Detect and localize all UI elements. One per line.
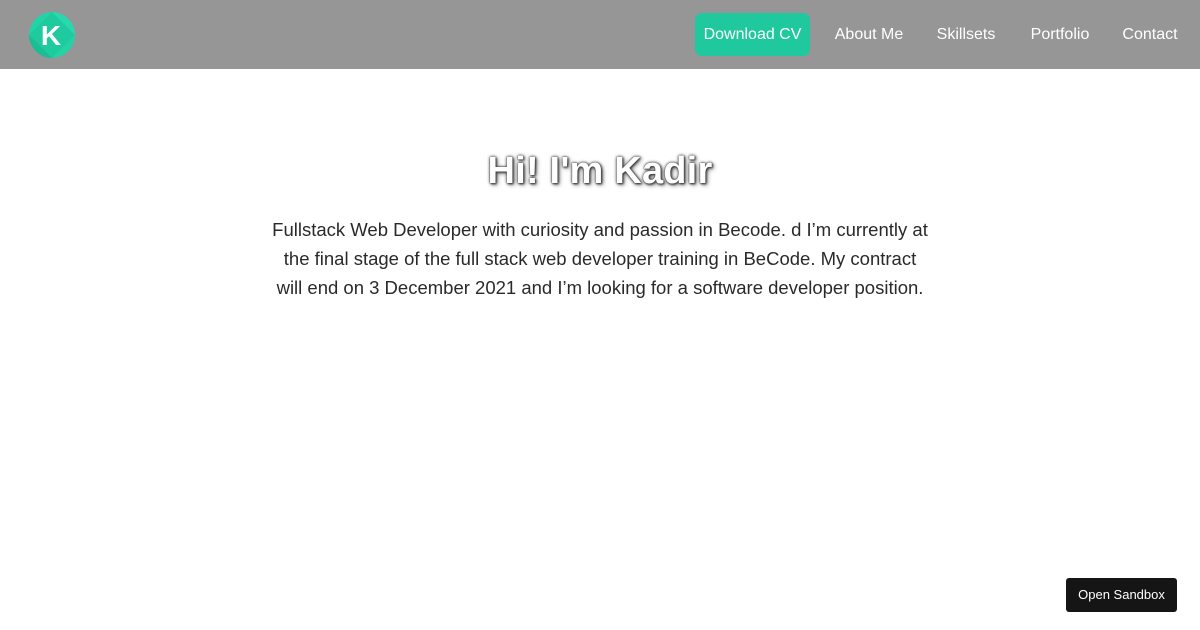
main-nav: Download CV About Me Skillsets Portfolio… <box>0 0 1200 69</box>
nav-link-about-me[interactable]: About Me <box>826 13 912 56</box>
hero-description: Fullstack Web Developer with curiosity a… <box>272 219 928 298</box>
nav-link-portfolio[interactable]: Portfolio <box>1022 13 1098 56</box>
nav-link-contact[interactable]: Contact <box>1114 13 1186 56</box>
download-cv-button[interactable]: Download CV <box>695 13 810 56</box>
top-navbar: K Download CV About Me Skillsets Portfol… <box>0 0 1200 69</box>
open-sandbox-button[interactable]: Open Sandbox <box>1066 578 1177 612</box>
hero-title: Hi! I'm Kadir <box>487 150 713 192</box>
nav-link-skillsets[interactable]: Skillsets <box>928 13 1004 56</box>
